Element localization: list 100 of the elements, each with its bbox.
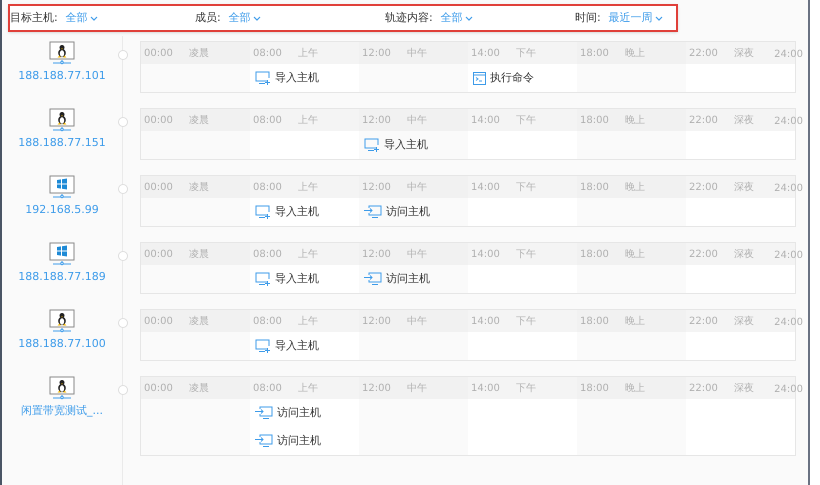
period-label: 上午 <box>298 180 318 194</box>
monitor-arrow-icon <box>364 272 382 286</box>
period-label: 下午 <box>516 248 536 262</box>
event-label[interactable]: 访问主机 <box>386 204 430 220</box>
monitor-penguin-icon <box>49 309 75 333</box>
period-label: 深夜 <box>734 114 754 128</box>
time-label: 24:00 <box>774 182 803 196</box>
timeline-node <box>118 385 128 395</box>
filter-label: 目标主机: <box>10 10 58 26</box>
period-label: 中午 <box>407 248 427 262</box>
period-label: 凌晨 <box>189 248 209 262</box>
time-label: 18:00 <box>580 180 610 194</box>
time-label: 22:00 <box>689 180 719 194</box>
time-label: 14:00 <box>471 314 501 328</box>
period-label: 下午 <box>516 314 536 328</box>
period-label: 凌晨 <box>189 382 209 396</box>
timeline-node <box>118 251 128 261</box>
monitor-windows-icon <box>49 175 75 199</box>
timeline-node <box>118 318 128 328</box>
period-label: 凌晨 <box>189 46 209 60</box>
time-label: 18:00 <box>580 46 610 60</box>
filter-label: 成员: <box>195 10 221 26</box>
time-label: 14:00 <box>471 114 501 128</box>
time-label: 14:00 <box>471 46 501 60</box>
chevron-down-icon <box>654 16 663 20</box>
monitor-plus-icon <box>255 205 271 219</box>
monitor-penguin-icon <box>49 41 75 65</box>
event-label[interactable]: 导入主机 <box>275 204 319 220</box>
period-label: 中午 <box>407 180 427 194</box>
period-label: 上午 <box>298 248 318 262</box>
time-label: 18:00 <box>580 248 610 262</box>
time-label: 08:00 <box>253 114 283 128</box>
event-label[interactable]: 访问主机 <box>386 270 430 288</box>
period-label: 晚上 <box>625 180 645 194</box>
time-label: 00:00 <box>144 46 174 60</box>
period-label: 晚上 <box>625 314 645 328</box>
monitor-penguin-icon <box>49 376 75 400</box>
period-label: 下午 <box>516 180 536 194</box>
time-label: 24:00 <box>774 115 803 129</box>
time-label: 08:00 <box>253 382 283 396</box>
period-label: 晚上 <box>625 382 645 396</box>
time-label: 22:00 <box>689 248 719 262</box>
event-label[interactable]: 访问主机 <box>277 404 321 422</box>
monitor-penguin-icon <box>49 108 75 132</box>
monitor-plus-icon <box>255 71 271 85</box>
period-label: 深夜 <box>734 46 754 60</box>
period-label: 晚上 <box>625 46 645 60</box>
monitor-windows-icon <box>49 242 75 266</box>
time-label: 00:00 <box>144 382 174 396</box>
event-label[interactable]: 执行命令 <box>490 70 534 86</box>
chevron-down-icon <box>464 16 473 20</box>
period-label: 中午 <box>407 46 427 60</box>
period-label: 下午 <box>516 46 536 60</box>
time-label: 18:00 <box>580 314 610 328</box>
terminal-icon <box>473 72 486 84</box>
chevron-down-icon <box>90 16 98 20</box>
time-label: 08:00 <box>253 248 283 262</box>
time-label: 24:00 <box>774 48 803 62</box>
event-label[interactable]: 访问主机 <box>277 432 321 450</box>
chevron-down-icon <box>252 16 261 20</box>
period-label: 凌晨 <box>189 180 209 194</box>
time-label: 12:00 <box>362 180 392 194</box>
period-label: 下午 <box>516 114 536 128</box>
period-label: 下午 <box>516 382 536 396</box>
period-label: 凌晨 <box>189 314 209 328</box>
monitor-plus-icon <box>255 339 271 353</box>
period-label: 晚上 <box>625 248 645 262</box>
period-label: 上午 <box>298 114 318 128</box>
monitor-plus-icon <box>364 138 380 152</box>
time-label: 08:00 <box>253 180 283 194</box>
monitor-plus-icon <box>255 272 271 286</box>
event-label[interactable]: 导入主机 <box>275 270 319 288</box>
time-label: 14:00 <box>471 382 501 396</box>
time-label: 14:00 <box>471 180 501 194</box>
timeline-node <box>118 184 128 194</box>
period-label: 深夜 <box>734 248 754 262</box>
period-label: 凌晨 <box>189 114 209 128</box>
monitor-arrow-icon <box>364 205 382 219</box>
period-label: 中午 <box>407 382 427 396</box>
event-label[interactable]: 导入主机 <box>275 338 319 354</box>
time-label: 12:00 <box>362 382 392 396</box>
event-label[interactable]: 导入主机 <box>275 70 319 86</box>
event-label[interactable]: 导入主机 <box>384 136 428 154</box>
time-label: 12:00 <box>362 46 392 60</box>
time-label: 00:00 <box>144 314 174 328</box>
time-label: 00:00 <box>144 180 174 194</box>
monitor-arrow-icon <box>255 406 273 420</box>
period-label: 中午 <box>407 114 427 128</box>
time-label: 14:00 <box>471 248 501 262</box>
period-label: 上午 <box>298 314 318 328</box>
filter-label: 轨迹内容: <box>385 10 433 26</box>
period-label: 上午 <box>298 382 318 396</box>
period-label: 深夜 <box>734 382 754 396</box>
period-label: 晚上 <box>625 114 645 128</box>
time-label: 24:00 <box>774 249 803 263</box>
period-label: 中午 <box>407 314 427 328</box>
time-label: 12:00 <box>362 114 392 128</box>
time-label: 24:00 <box>774 316 803 330</box>
time-label: 18:00 <box>580 114 610 128</box>
time-label: 00:00 <box>144 114 174 128</box>
